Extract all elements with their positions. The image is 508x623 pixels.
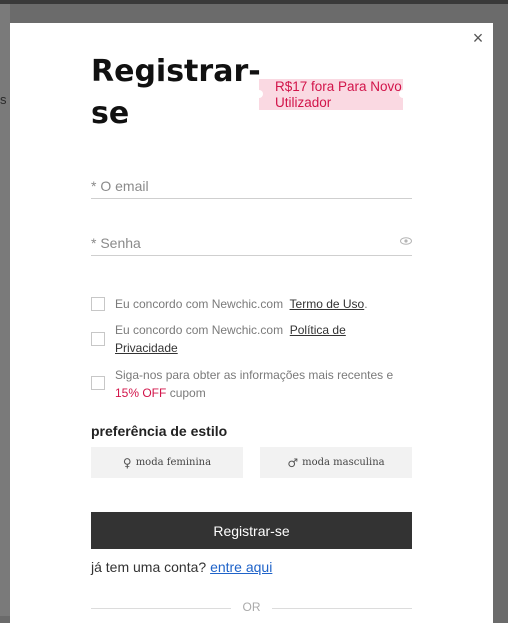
terms-prefix: Eu concordo com Newchic.com	[115, 297, 284, 311]
privacy-checkbox[interactable]	[91, 332, 105, 346]
background-text-fragment: s	[0, 92, 7, 107]
register-modal: × Registrar-se R$17 fora Para Novo Utili…	[10, 23, 493, 623]
or-label: OR	[242, 600, 261, 614]
divider-line-right	[272, 608, 412, 609]
password-input[interactable]	[91, 233, 412, 253]
newsletter-checkbox[interactable]	[91, 376, 105, 390]
or-divider: OR	[91, 600, 412, 616]
password-field[interactable]	[91, 233, 412, 256]
background-top-bar	[0, 0, 508, 4]
style-preference-title: preferência de estilo	[91, 423, 228, 439]
male-symbol-icon: ♂	[287, 455, 299, 470]
discount-highlight: 15% OFF	[115, 386, 167, 400]
promo-coupon-badge: R$17 fora Para Novo Utilizador	[255, 79, 407, 110]
privacy-text: Eu concordo com Newchic.com Política de …	[115, 321, 411, 357]
terms-link[interactable]: Termo de Uso	[290, 297, 365, 311]
newsletter-suffix: cupom	[169, 386, 206, 400]
login-link[interactable]: entre aqui	[210, 559, 272, 575]
female-style-button[interactable]: ♀ moda feminina	[91, 447, 243, 478]
terms-suffix: .	[364, 297, 368, 311]
female-style-label: moda feminina	[135, 457, 212, 468]
register-button[interactable]: Registrar-se	[91, 512, 412, 549]
login-prompt-row: já tem uma conta? entre aqui	[91, 559, 272, 575]
email-field[interactable]	[91, 176, 412, 199]
terms-checkbox[interactable]	[91, 297, 105, 311]
terms-text: Eu concordo com Newchic.com Termo de Uso…	[115, 295, 411, 313]
close-icon[interactable]: ×	[469, 29, 487, 47]
female-symbol-icon: ♀	[122, 455, 132, 470]
newsletter-prefix: Siga-nos para obter as informações mais …	[115, 368, 394, 382]
privacy-prefix: Eu concordo com Newchic.com	[115, 323, 284, 337]
email-input[interactable]	[91, 176, 412, 196]
newsletter-text: Siga-nos para obter as informações mais …	[115, 366, 411, 402]
male-style-label: moda masculina	[302, 457, 385, 468]
login-prompt: já tem uma conta?	[91, 559, 207, 575]
male-style-button[interactable]: ♂ moda masculina	[260, 447, 412, 478]
page-title: Registrar-se	[91, 54, 261, 131]
eye-icon[interactable]	[400, 237, 412, 245]
